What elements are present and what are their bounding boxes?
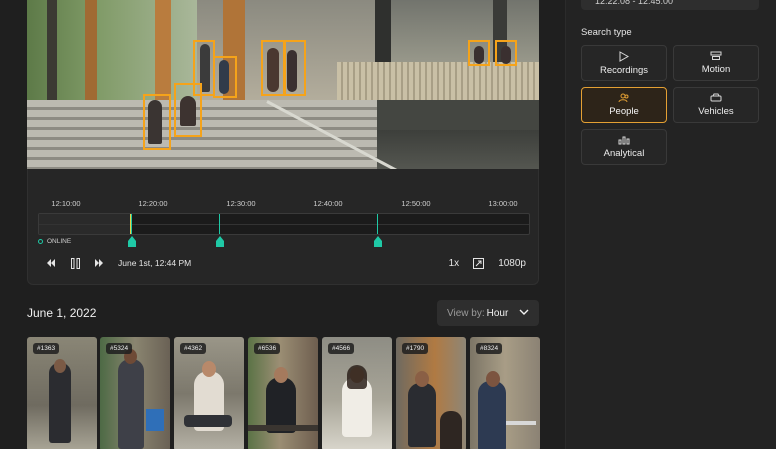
person-result-thumbnail[interactable]: #6536 <box>248 337 318 451</box>
timeline-tick-label: 13:00:00 <box>488 199 518 208</box>
person-result-thumbnail[interactable]: #8324 <box>470 337 540 451</box>
search-type-label: Recordings <box>599 64 649 76</box>
person-silhouette <box>118 359 144 449</box>
event-marker-pin-icon[interactable] <box>127 236 137 248</box>
search-type-vehicles[interactable]: Vehicles <box>673 87 759 123</box>
app-window: 12:10:00 12:20:00 12:30:00 12:40:00 12:5… <box>0 0 776 451</box>
timeline-tick-label: 12:40:00 <box>313 199 343 208</box>
laptop <box>506 421 536 425</box>
people-icon <box>618 93 629 103</box>
person-detection-box[interactable] <box>495 40 517 66</box>
event-marker-line <box>131 214 132 234</box>
person-legs <box>184 415 232 427</box>
playback-datetime: June 1st, 12:44 PM <box>118 258 192 268</box>
search-type-label: Vehicles <box>698 106 734 117</box>
person-id-badge: #5324 <box>106 343 133 354</box>
search-type-people[interactable]: People <box>581 87 667 123</box>
search-type-label: Motion <box>701 64 731 75</box>
person-id-badge: #8324 <box>476 343 503 354</box>
fast-forward-icon <box>95 259 103 267</box>
main-panel: 12:10:00 12:20:00 12:30:00 12:40:00 12:5… <box>0 0 566 451</box>
playback-controls: June 1st, 12:44 PM 1x 1080p <box>44 256 526 270</box>
time-range-input[interactable]: 12:22:08 - 12:45:00 <box>581 0 759 10</box>
scene-railing <box>337 62 539 104</box>
person-face <box>202 361 216 377</box>
person-silhouette <box>49 363 71 443</box>
person-detection-box[interactable] <box>468 40 490 66</box>
search-type-recordings[interactable]: Recordings <box>581 45 667 81</box>
scene-window-frames-2 <box>85 0 97 105</box>
search-type-label: People <box>609 106 639 117</box>
playback-speed-button[interactable]: 1x <box>449 258 460 269</box>
timeline-tick-label: 12:10:00 <box>51 199 81 208</box>
timeline-tick-label: 12:20:00 <box>138 199 168 208</box>
person-result-thumbnail[interactable]: #1363 <box>27 337 97 451</box>
status-dot-icon <box>38 239 43 244</box>
playback-options: 1x 1080p <box>449 257 526 269</box>
person-silhouette <box>408 383 436 447</box>
person-detection-box[interactable] <box>143 94 171 150</box>
person-face <box>415 371 429 387</box>
motion-icon <box>710 51 722 60</box>
event-marker-pin-icon[interactable] <box>215 236 225 248</box>
person-result-thumbnail[interactable]: #5324 <box>100 337 170 451</box>
event-marker-line <box>219 214 220 234</box>
blue-chair <box>146 409 164 431</box>
table <box>248 425 318 431</box>
person-result-thumbnail[interactable]: #1790 <box>396 337 466 451</box>
person-id-badge: #4566 <box>328 343 355 354</box>
person-id-badge: #6536 <box>254 343 281 354</box>
person-detection-box[interactable] <box>261 40 285 96</box>
person-result-thumbnail[interactable]: #4362 <box>174 337 244 451</box>
rewind-icon <box>47 259 55 267</box>
view-by-value: Hour <box>486 307 509 319</box>
search-type-analytical[interactable]: Analytical <box>581 129 667 165</box>
event-marker-line <box>377 214 378 234</box>
timeline-scrubber-track[interactable] <box>38 213 530 235</box>
person-result-thumbnail[interactable]: #4566 <box>322 337 392 451</box>
person-face <box>486 371 500 387</box>
rewind-button[interactable] <box>44 259 58 267</box>
search-type-heading: Search type <box>581 27 632 38</box>
chevron-down-icon <box>519 309 529 315</box>
person-silhouette <box>440 411 462 451</box>
fullscreen-icon[interactable] <box>473 257 485 269</box>
results-date-heading: June 1, 2022 <box>27 306 97 320</box>
view-by-dropdown[interactable]: View by: Hour <box>437 300 539 326</box>
scene-floor-right <box>377 130 539 169</box>
bar-chart-icon <box>618 136 630 145</box>
person-detection-box[interactable] <box>213 56 237 98</box>
person-silhouette <box>478 381 506 451</box>
camera-video-feed[interactable] <box>27 0 539 169</box>
car-icon <box>710 93 722 102</box>
search-type-motion[interactable]: Motion <box>673 45 759 81</box>
scene-stairs <box>27 100 377 169</box>
person-detection-box[interactable] <box>284 40 306 96</box>
playback-timeline: 12:10:00 12:20:00 12:30:00 12:40:00 12:5… <box>27 169 539 285</box>
camera-status: ONLINE <box>38 238 71 245</box>
view-by-label: View by: <box>447 307 485 319</box>
person-face <box>274 367 288 383</box>
camera-status-label: ONLINE <box>47 238 72 245</box>
timeline-tick-label: 12:50:00 <box>401 199 431 208</box>
timeline-midline <box>39 224 529 225</box>
timeline-tick-label: 12:30:00 <box>226 199 256 208</box>
search-panel: 12:22:08 - 12:45:00 Search type Recordin… <box>566 0 776 451</box>
event-marker-pin-icon[interactable] <box>373 236 383 248</box>
person-detection-box[interactable] <box>193 40 215 96</box>
pause-icon <box>70 257 80 269</box>
person-id-badge: #1790 <box>402 343 429 354</box>
play-outline-icon <box>619 50 629 62</box>
video-quality-button[interactable]: 1080p <box>498 258 526 269</box>
person-id-badge: #1363 <box>33 343 60 354</box>
person-id-badge: #4362 <box>180 343 207 354</box>
person-hair <box>347 365 367 389</box>
person-face <box>54 359 66 373</box>
scene-window-frames <box>47 0 57 105</box>
pause-button[interactable] <box>68 257 82 269</box>
fast-forward-button[interactable] <box>92 259 106 267</box>
search-type-label: Analytical <box>603 148 645 159</box>
